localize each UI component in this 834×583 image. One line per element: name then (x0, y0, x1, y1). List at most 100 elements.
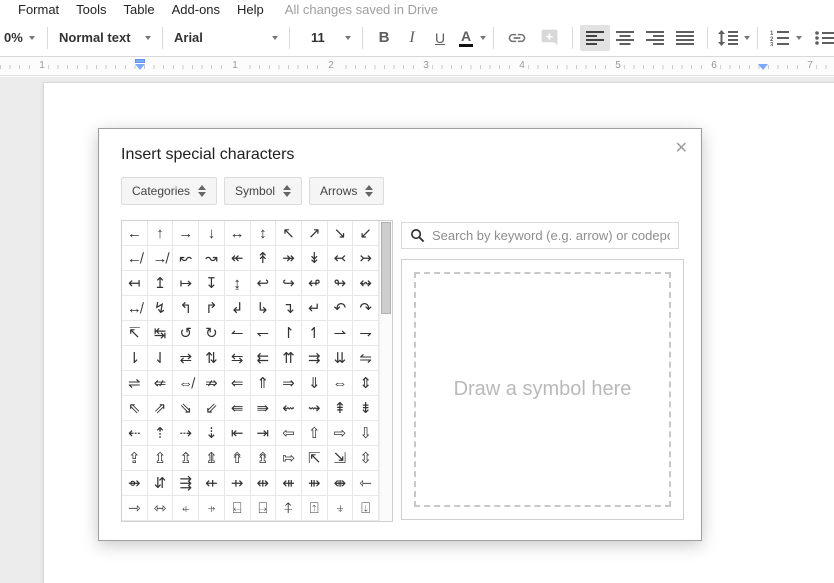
char-cell[interactable]: ⇨ (328, 421, 354, 446)
char-cell[interactable]: ⇲ (328, 446, 354, 471)
char-cell[interactable]: ↗ (302, 221, 328, 246)
char-cell[interactable]: ⍏ (276, 496, 302, 521)
align-right-button[interactable] (640, 25, 670, 51)
chevron-down-icon[interactable] (796, 36, 802, 40)
bulleted-list-button[interactable] (810, 25, 834, 51)
char-cell[interactable]: ⇙ (199, 396, 225, 421)
search-input[interactable] (432, 228, 670, 243)
char-cell[interactable]: ↰ (173, 296, 199, 321)
char-cell[interactable]: ⇼ (328, 471, 354, 496)
zoom-select[interactable]: 0% (0, 25, 40, 51)
char-cell[interactable]: ↕ (251, 221, 277, 246)
char-cell[interactable]: ⇟ (353, 396, 379, 421)
arrows-dropdown[interactable]: Arrows (309, 177, 384, 205)
char-cell[interactable]: ⇝ (302, 396, 328, 421)
char-cell[interactable]: ↹ (148, 321, 174, 346)
paragraph-style-select[interactable]: Normal text (55, 25, 155, 51)
char-cell[interactable]: ↩ (251, 271, 277, 296)
char-cell[interactable]: ↑ (148, 221, 174, 246)
menu-tools[interactable]: Tools (76, 2, 106, 17)
char-cell[interactable]: ↭ (353, 271, 379, 296)
char-cell[interactable]: ↤ (122, 271, 148, 296)
categories-dropdown[interactable]: Categories (121, 177, 217, 205)
char-cell[interactable]: ⍇ (225, 496, 251, 521)
char-cell[interactable]: ⇁ (353, 321, 379, 346)
char-cell[interactable]: ⇓ (302, 371, 328, 396)
char-cell[interactable]: ↴ (276, 296, 302, 321)
char-cell[interactable]: ⇥ (251, 421, 277, 446)
char-cell[interactable]: ⇊ (328, 346, 354, 371)
text-color-button[interactable]: A (454, 25, 478, 51)
char-cell[interactable]: ⇴ (122, 471, 148, 496)
char-cell[interactable]: ↜ (173, 246, 199, 271)
menu-help[interactable]: Help (237, 2, 264, 17)
align-left-button[interactable] (580, 25, 610, 51)
char-cell[interactable]: ↪ (276, 271, 302, 296)
line-spacing-button[interactable] (715, 25, 741, 51)
char-cell[interactable]: ⇗ (148, 396, 174, 421)
char-cell[interactable]: ⇃ (148, 346, 174, 371)
char-cell[interactable]: ↛ (148, 246, 174, 271)
char-cell[interactable]: ⇧ (302, 421, 328, 446)
char-cell[interactable]: ↡ (302, 246, 328, 271)
symbol-dropdown[interactable]: Symbol (224, 177, 302, 205)
char-cell[interactable]: ↥ (148, 271, 174, 296)
char-cell[interactable]: ↢ (328, 246, 354, 271)
char-cell[interactable]: ⇯ (251, 446, 277, 471)
italic-button[interactable]: I (398, 25, 426, 51)
char-cell[interactable]: ↮ (122, 296, 148, 321)
char-cell[interactable]: ↷ (353, 296, 379, 321)
char-cell[interactable]: ⇡ (148, 421, 174, 446)
char-cell[interactable]: ⍅ (173, 496, 199, 521)
char-cell[interactable]: ⇢ (173, 421, 199, 446)
char-cell[interactable]: ⇾ (122, 496, 148, 521)
char-cell[interactable]: ↔ (225, 221, 251, 246)
add-comment-button[interactable] (533, 25, 565, 51)
align-center-button[interactable] (610, 25, 640, 51)
grid-scrollbar-thumb[interactable] (381, 222, 391, 314)
char-cell[interactable]: ⇄ (173, 346, 199, 371)
char-cell[interactable]: ⍈ (251, 496, 277, 521)
char-cell[interactable]: ↵ (302, 296, 328, 321)
char-cell[interactable]: ⇩ (353, 421, 379, 446)
char-cell[interactable]: ⇑ (251, 371, 277, 396)
char-cell[interactable]: ⇺ (276, 471, 302, 496)
char-cell[interactable]: ⇘ (173, 396, 199, 421)
insert-link-button[interactable] (501, 25, 533, 51)
char-cell[interactable]: ⍖ (328, 496, 354, 521)
numbered-list-button[interactable]: 123 (765, 25, 793, 51)
char-cell[interactable]: ↓ (199, 221, 225, 246)
char-cell[interactable]: ⇽ (353, 471, 379, 496)
char-cell[interactable]: ⇒ (276, 371, 302, 396)
char-cell[interactable]: ↸ (122, 321, 148, 346)
char-cell[interactable]: ↚ (122, 246, 148, 271)
char-cell[interactable]: → (173, 221, 199, 246)
char-cell[interactable]: ⇠ (122, 421, 148, 446)
char-cell[interactable]: ↺ (173, 321, 199, 346)
char-cell[interactable]: ↯ (148, 296, 174, 321)
char-cell[interactable]: ⇫ (148, 446, 174, 471)
font-size-select[interactable]: 11 (297, 25, 355, 51)
char-cell[interactable]: ⇤ (225, 421, 251, 446)
char-cell[interactable]: ↻ (199, 321, 225, 346)
char-cell[interactable]: ⇸ (225, 471, 251, 496)
char-cell[interactable]: ↞ (225, 246, 251, 271)
char-cell[interactable]: ↼ (225, 321, 251, 346)
char-cell[interactable]: ⇰ (276, 446, 302, 471)
menu-format[interactable]: Format (18, 2, 59, 17)
chevron-down-icon[interactable] (480, 36, 486, 40)
char-cell[interactable]: ⇋ (353, 346, 379, 371)
char-cell[interactable]: ⍆ (199, 496, 225, 521)
char-cell[interactable]: ↨ (225, 271, 251, 296)
char-cell[interactable]: ⇜ (276, 396, 302, 421)
char-cell[interactable]: ⇣ (199, 421, 225, 446)
menu-table[interactable]: Table (124, 2, 155, 17)
char-cell[interactable]: ⇮ (225, 446, 251, 471)
char-cell[interactable]: ⇞ (328, 396, 354, 421)
char-cell[interactable]: ↽ (251, 321, 277, 346)
char-cell[interactable]: ↟ (251, 246, 277, 271)
char-cell[interactable]: ↳ (251, 296, 277, 321)
char-cell[interactable]: ⇳ (353, 446, 379, 471)
char-cell[interactable]: ⇦ (276, 421, 302, 446)
char-cell[interactable]: ⇱ (302, 446, 328, 471)
